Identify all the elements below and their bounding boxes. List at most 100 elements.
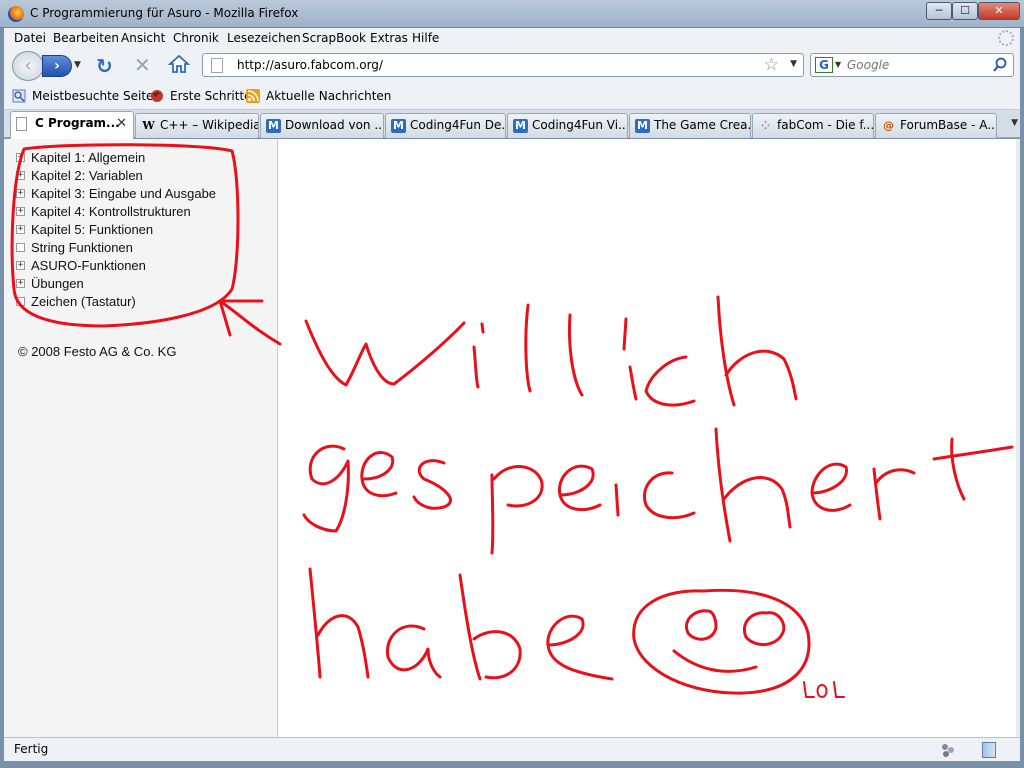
tab-wikipedia[interactable]: W C++ – Wikipedia — [135, 113, 259, 138]
google-icon[interactable]: G — [815, 57, 833, 73]
tab-fabcom[interactable]: ⁘ fabCom - Die f... — [752, 113, 874, 138]
search-bar[interactable]: G ▼ — [810, 53, 1014, 77]
msdn-icon: M — [513, 119, 528, 133]
minimize-button[interactable]: ─ — [926, 2, 952, 20]
url-dropdown-icon[interactable]: ▼ — [790, 59, 797, 69]
tab-game-creators[interactable]: M The Game Crea... — [629, 113, 751, 138]
toc-item-kapitel-5[interactable]: + Kapitel 5: Funktionen — [16, 222, 153, 237]
menu-bar: Datei Bearbeiten Ansicht Chronik Lesezei… — [4, 28, 1020, 48]
status-text: Fertig — [14, 742, 49, 756]
bookmark-label: Erste Schritte — [170, 89, 252, 103]
menu-extras[interactable]: Extras — [370, 31, 408, 45]
handwriting-line-2 — [302, 444, 350, 533]
home-icon[interactable] — [168, 54, 190, 74]
bookmark-aktuelle-nachrichten[interactable]: Aktuelle Nachrichten — [246, 89, 391, 103]
window-frame — [0, 761, 1024, 768]
bookmark-label: Meistbesuchte Seiten — [32, 89, 162, 103]
throbber-icon — [998, 30, 1014, 46]
close-tab-icon[interactable]: ✕ — [116, 116, 127, 131]
toc-label[interactable]: ASURO-Funktionen — [31, 258, 146, 273]
tab-label: fabCom - Die f... — [777, 118, 874, 132]
expand-icon[interactable]: + — [16, 279, 25, 288]
toc-item-kapitel-4[interactable]: + Kapitel 4: Kontrollstrukturen — [16, 204, 191, 219]
leaf-icon — [16, 297, 25, 306]
engine-dropdown-icon[interactable]: ▼ — [835, 60, 841, 69]
history-dropdown-icon[interactable]: ▼ — [74, 60, 81, 70]
bookmarks-toolbar: Meistbesuchte Seiten Erste Schritte Aktu… — [4, 84, 1020, 110]
msdn-icon: M — [391, 119, 406, 133]
toc-item-zeichen[interactable]: Zeichen (Tastatur) — [16, 294, 136, 309]
page-content: + Kapitel 1: Allgemein + Kapitel 2: Vari… — [4, 139, 1016, 737]
handwriting-line-1 — [304, 319, 466, 387]
tab-label: Coding4Fun Vi... — [532, 118, 628, 132]
handwriting-line-3 — [308, 567, 370, 679]
toc-label[interactable]: Kapitel 3: Eingabe und Ausgabe — [31, 186, 216, 201]
tab-label: C++ – Wikipedia — [160, 118, 259, 132]
status-bar: Fertig — [4, 737, 1020, 761]
menu-scrapbook[interactable]: ScrapBook — [302, 31, 366, 45]
toc-label[interactable]: Kapitel 5: Funktionen — [31, 222, 153, 237]
toc-item-uebungen[interactable]: + Übungen — [16, 276, 84, 291]
page-status-icon[interactable] — [982, 742, 996, 758]
expand-icon[interactable]: + — [16, 225, 25, 234]
menu-datei[interactable]: Datei — [14, 31, 46, 45]
search-icon[interactable] — [993, 57, 1007, 73]
toc-label[interactable]: Kapitel 4: Kontrollstrukturen — [31, 204, 191, 219]
toc-item-kapitel-2[interactable]: + Kapitel 2: Variablen — [16, 168, 143, 183]
menu-ansicht[interactable]: Ansicht — [121, 31, 165, 45]
expand-icon[interactable]: + — [16, 261, 25, 270]
firefox-bookmark-icon — [151, 90, 163, 102]
forward-button[interactable]: › — [42, 55, 72, 77]
tab-bar: C Program... ✕ W C++ – Wikipedia M Downl… — [4, 110, 1020, 139]
toc-label[interactable]: Kapitel 2: Variablen — [31, 168, 143, 183]
close-window-button[interactable]: ✕ — [978, 2, 1020, 20]
toc-item-string-funktionen[interactable]: String Funktionen — [16, 240, 133, 255]
menu-lesezeichen[interactable]: Lesezeichen — [227, 31, 301, 45]
tab-list-dropdown-icon[interactable]: ▼ — [1011, 118, 1018, 128]
toc-label[interactable]: String Funktionen — [31, 240, 133, 255]
tab-label: Download von ... — [285, 118, 384, 132]
tab-label: ForumBase - A... — [900, 118, 997, 132]
menu-bearbeiten[interactable]: Bearbeiten — [53, 31, 119, 45]
content-scrollbar[interactable] — [1016, 139, 1020, 737]
url-bar[interactable]: http://asuro.fabcom.org/ ☆ ▼ — [202, 53, 804, 77]
back-arrow-icon: ‹ — [24, 55, 32, 76]
expand-icon[interactable]: + — [16, 153, 25, 162]
copyright-text: © 2008 Festo AG & Co. KG — [18, 344, 177, 359]
firefox-icon — [8, 6, 24, 22]
url-text[interactable]: http://asuro.fabcom.org/ — [237, 58, 383, 72]
smart-bookmark-icon — [12, 89, 26, 103]
maximize-button[interactable]: ☐ — [952, 2, 978, 20]
menu-chronik[interactable]: Chronik — [173, 31, 219, 45]
reload-icon[interactable]: ↻ — [96, 54, 113, 78]
tab-download[interactable]: M Download von ... — [260, 113, 384, 138]
bookmark-meistbesuchte[interactable]: Meistbesuchte Seiten — [12, 89, 161, 103]
tab-forumbase[interactable]: @ ForumBase - A... — [875, 113, 997, 138]
bookmark-star-icon[interactable]: ☆ — [764, 55, 779, 75]
tab-coding4fun-de[interactable]: M Coding4Fun De... — [385, 113, 506, 138]
addon-status-icon[interactable] — [940, 742, 956, 758]
bookmark-erste-schritte[interactable]: Erste Schritte — [150, 89, 252, 103]
smiley-face — [632, 588, 811, 695]
stop-icon[interactable]: ✕ — [134, 53, 151, 77]
expand-icon[interactable]: + — [16, 189, 25, 198]
search-input[interactable] — [847, 58, 987, 72]
page-icon — [16, 117, 27, 131]
navigation-toolbar: ‹ › ▼ ↻ ✕ http://asuro.fabcom.org/ ☆ ▼ G… — [4, 48, 1020, 84]
expand-icon[interactable]: + — [16, 207, 25, 216]
tab-c-programmierung[interactable]: C Program... ✕ — [10, 111, 134, 139]
forumbase-icon: @ — [883, 119, 894, 132]
toc-label[interactable]: Zeichen (Tastatur) — [31, 294, 136, 309]
tab-label: Coding4Fun De... — [410, 118, 506, 132]
back-button[interactable]: ‹ — [12, 51, 44, 81]
toc-item-kapitel-1[interactable]: + Kapitel 1: Allgemein — [16, 150, 145, 165]
menu-hilfe[interactable]: Hilfe — [412, 31, 439, 45]
toc-item-kapitel-3[interactable]: + Kapitel 3: Eingabe und Ausgabe — [16, 186, 216, 201]
toc-label[interactable]: Kapitel 1: Allgemein — [31, 150, 145, 165]
toc-label[interactable]: Übungen — [31, 276, 84, 291]
tab-coding4fun-vi[interactable]: M Coding4Fun Vi... — [507, 113, 628, 138]
fabcom-icon: ⁘ — [760, 119, 771, 132]
toc-item-asuro-funktionen[interactable]: + ASURO-Funktionen — [16, 258, 146, 273]
expand-icon[interactable]: + — [16, 171, 25, 180]
tab-label: C Program... — [35, 116, 120, 130]
